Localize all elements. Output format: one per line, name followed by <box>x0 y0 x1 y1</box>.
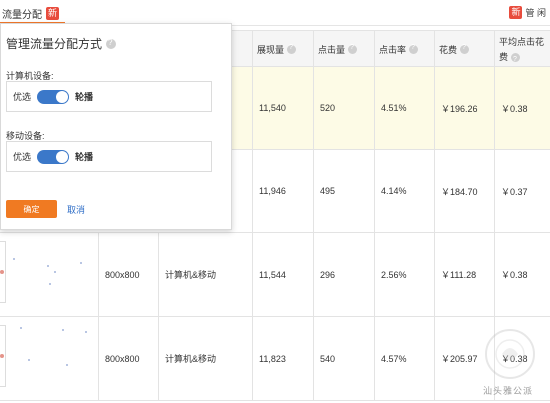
watermark-seal-icon <box>485 329 535 379</box>
thumbnail-pixel <box>62 329 64 331</box>
header-clicks-label: 点击量 <box>318 45 346 55</box>
confirm-button[interactable]: 确定 <box>6 200 57 218</box>
popup-title: 管理流量分配方式 <box>6 35 117 52</box>
thumbnail-dot <box>0 354 4 358</box>
optimize-option-label: 优选 <box>13 92 32 102</box>
toggle-knob <box>56 150 69 163</box>
top-right-area[interactable]: 新 管 闲 <box>509 6 546 19</box>
cost-cell: ￥196.26 <box>434 67 494 149</box>
header-impressions[interactable]: 展现量 <box>252 31 313 68</box>
help-icon[interactable] <box>106 38 117 49</box>
optimize-option-label: 优选 <box>13 152 32 162</box>
thumbnail-pixel <box>85 331 87 333</box>
thumbnail-pixel <box>54 271 56 273</box>
ctr-cell: 4.57% <box>374 317 434 400</box>
creative-thumbnail[interactable] <box>0 325 6 387</box>
help-icon[interactable] <box>409 44 419 54</box>
creative-thumbnail[interactable] <box>0 241 6 303</box>
table-row[interactable]: 800x800 计算机&移动 11,544 296 2.56% ￥111.28 … <box>0 233 550 317</box>
help-icon[interactable] <box>348 44 358 54</box>
avg-cpc-cell: ￥0.38 <box>494 233 550 316</box>
impressions-cell: 11,544 <box>252 233 313 316</box>
header-avg-cpc-label-2: 费 <box>499 52 509 62</box>
traffic-allocation-popup: 管理流量分配方式 计算机设备: 优选 轮播 移动设备: 优选 轮播 确定 取消 <box>0 23 232 230</box>
clicks-cell: 540 <box>313 317 374 400</box>
clicks-cell: 520 <box>313 67 374 149</box>
traffic-allocation-label: 流量分配 <box>2 9 42 21</box>
thumbnail-pixel <box>49 283 51 285</box>
ctr-cell: 4.14% <box>374 150 434 232</box>
header-clicks[interactable]: 点击量 <box>313 31 374 68</box>
mobile-rotation-toggle[interactable] <box>37 149 70 164</box>
top-right-text[interactable]: 管 闲 <box>525 6 546 19</box>
impressions-cell: 11,823 <box>252 317 313 400</box>
cost-cell: ￥111.28 <box>434 233 494 316</box>
size-cell: 800x800 <box>98 233 158 316</box>
header-avg-cpc[interactable]: 平均点击花 费 <box>494 31 550 68</box>
mobile-option-box: 优选 轮播 <box>6 141 212 172</box>
avg-cpc-cell: ￥0.37 <box>494 150 550 232</box>
device-cell: 计算机&移动 <box>158 317 252 400</box>
impressions-cell: 11,946 <box>252 150 313 232</box>
watermark-text: 汕头雅公派 <box>483 386 534 396</box>
avg-cpc-cell: ￥0.38 <box>494 67 550 149</box>
ctr-cell: 4.51% <box>374 67 434 149</box>
header-ctr[interactable]: 点击率 <box>374 31 434 68</box>
rotation-option-label: 轮播 <box>75 92 94 102</box>
header-ctr-label: 点击率 <box>379 45 407 55</box>
thumbnail-pixel <box>28 359 30 361</box>
help-icon[interactable] <box>287 44 297 54</box>
header-cost[interactable]: 花费 <box>434 31 494 68</box>
cost-cell: ￥184.70 <box>434 150 494 232</box>
thumbnail-pixel <box>66 364 68 366</box>
new-badge-right: 新 <box>509 6 523 19</box>
computer-rotation-toggle[interactable] <box>37 89 70 104</box>
thumbnail-dot <box>0 270 4 274</box>
size-cell: 800x800 <box>98 317 158 400</box>
thumbnail-pixel <box>47 265 49 267</box>
impressions-cell: 11,540 <box>252 67 313 149</box>
thumbnail-pixel <box>20 327 22 329</box>
header-avg-cpc-label-1: 平均点击花 <box>499 37 545 47</box>
help-icon[interactable] <box>460 44 470 54</box>
header-cost-label: 花费 <box>439 45 458 55</box>
thumbnail-pixel <box>80 262 82 264</box>
popup-title-text: 管理流量分配方式 <box>6 37 103 51</box>
traffic-allocation-tab[interactable]: 流量分配 新 <box>0 4 66 24</box>
computer-option-box: 优选 轮播 <box>6 81 212 112</box>
rotation-option-label: 轮播 <box>75 152 94 162</box>
device-cell: 计算机&移动 <box>158 233 252 316</box>
help-icon[interactable] <box>511 52 521 67</box>
clicks-cell: 296 <box>313 233 374 316</box>
cancel-button[interactable]: 取消 <box>67 203 85 216</box>
header-impressions-label: 展现量 <box>257 45 285 55</box>
ctr-cell: 2.56% <box>374 233 434 316</box>
thumbnail-pixel <box>13 258 15 260</box>
new-badge: 新 <box>46 6 60 20</box>
toggle-knob <box>56 90 69 103</box>
table-row[interactable]: 800x800 计算机&移动 11,823 540 4.57% ￥205.97 … <box>0 317 550 401</box>
clicks-cell: 495 <box>313 150 374 232</box>
